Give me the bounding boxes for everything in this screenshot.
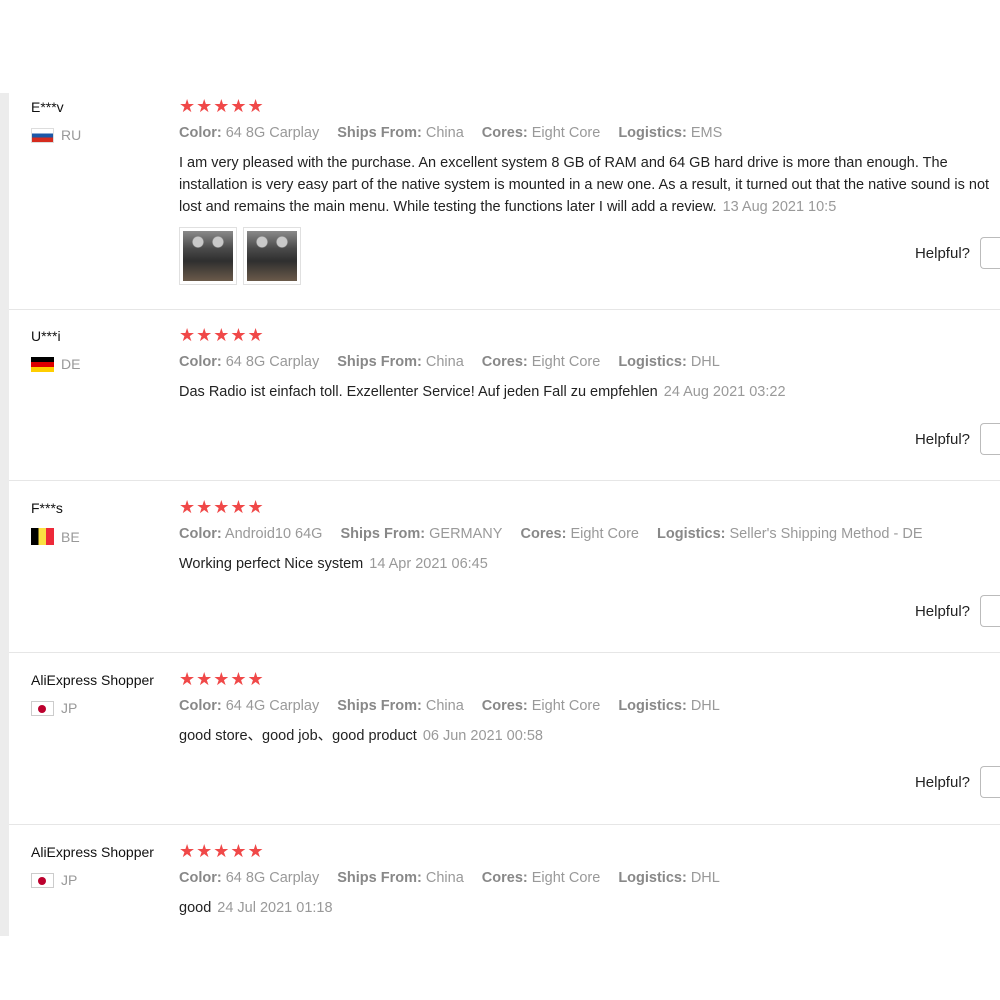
helpful-section: Helpful? xyxy=(915,766,1000,798)
review-item: U***i DE ★★★★★ Color: 64 8G Carplay Ship… xyxy=(9,322,1000,481)
attr-logistics: Logistics: Seller's Shipping Method - DE xyxy=(657,526,923,542)
helpful-label: Helpful? xyxy=(914,244,970,262)
flag-ru-icon xyxy=(31,127,54,143)
attr-ships-from: Ships From: China xyxy=(337,125,464,141)
helpful-yes-button[interactable] xyxy=(980,423,1000,455)
review-item: AliExpress Shopper JP ★★★★★ Color: 64 8G… xyxy=(9,838,1000,936)
country-code: BE xyxy=(61,528,80,545)
flag-jp-icon xyxy=(31,872,54,888)
attr-cores: Cores: Eight Core xyxy=(481,125,601,141)
reviewer-name: U***i xyxy=(31,328,61,344)
sku-attributes: Color: 64 8G Carplay Ships From: China C… xyxy=(179,354,734,370)
attr-ships-from: Ships From: GERMANY xyxy=(340,526,503,542)
review-text: Das Radio ist einfach toll. Exzellenter … xyxy=(179,384,786,400)
review-date: 14 Apr 2021 06:45 xyxy=(369,556,488,572)
review-photo-thumbnail[interactable] xyxy=(243,227,301,285)
review-text: I am very pleased with the purchase. An … xyxy=(179,155,990,215)
attr-color: Color: 64 8G Carplay xyxy=(179,870,320,886)
sku-attributes: Color: 64 8G Carplay Ships From: China C… xyxy=(179,870,734,886)
page-left-border xyxy=(0,93,9,936)
attr-ships-from: Ships From: China xyxy=(337,698,464,714)
attr-color: Color: 64 4G Carplay xyxy=(179,698,320,714)
reviewer-name: AliExpress Shopper xyxy=(31,844,154,860)
reviewer-country: JP xyxy=(31,872,77,888)
helpful-section: Helpful? xyxy=(915,595,1000,627)
attr-logistics: Logistics: DHL xyxy=(618,870,720,886)
attr-color: Color: Android10 64G xyxy=(179,526,323,542)
reviewer-name: E***v xyxy=(31,99,64,115)
attr-cores: Cores: Eight Core xyxy=(481,870,601,886)
helpful-yes-button[interactable] xyxy=(980,595,1000,627)
star-rating: ★★★★★ xyxy=(179,669,265,689)
star-rating: ★★★★★ xyxy=(179,841,265,861)
review-date: 06 Jun 2021 00:58 xyxy=(422,728,543,744)
review-photo-thumbnail[interactable] xyxy=(179,227,237,285)
reviewer-name: F***s xyxy=(31,500,63,516)
star-rating: ★★★★★ xyxy=(179,96,265,116)
review-item: F***s BE ★★★★★ Color: Android10 64G Ship… xyxy=(9,494,1000,653)
attr-logistics: Logistics: DHL xyxy=(618,698,720,714)
flag-de-icon xyxy=(31,356,54,372)
review-item: E***v RU ★★★★★ Color: 64 8G Carplay Ship… xyxy=(9,93,1000,310)
attr-cores: Cores: Eight Core xyxy=(481,698,601,714)
attr-logistics: Logistics: EMS xyxy=(618,125,723,141)
attr-cores: Cores: Eight Core xyxy=(520,526,639,542)
sku-attributes: Color: 64 8G Carplay Ships From: China C… xyxy=(179,125,736,141)
helpful-section: Helpful? xyxy=(915,423,1000,455)
country-code: JP xyxy=(61,700,78,716)
attr-cores: Cores: Eight Core xyxy=(481,354,601,370)
helpful-label: Helpful? xyxy=(914,602,970,620)
reviewer-country: RU xyxy=(31,127,81,143)
helpful-yes-button[interactable] xyxy=(980,766,1000,798)
review-date: 24 Aug 2021 03:22 xyxy=(663,384,786,400)
star-rating: ★★★★★ xyxy=(179,325,265,345)
feedback-list: E***v RU ★★★★★ Color: 64 8G Carplay Ship… xyxy=(9,93,1000,936)
attr-ships-from: Ships From: China xyxy=(337,870,464,886)
country-code: DE xyxy=(61,356,81,372)
attr-logistics: Logistics: DHL xyxy=(618,354,720,370)
attr-color: Color: 64 8G Carplay xyxy=(179,354,320,370)
review-text: Working perfect Nice system 14 Apr 2021 0… xyxy=(179,556,488,572)
reviewer-country: JP xyxy=(31,700,77,716)
helpful-yes-button[interactable] xyxy=(980,237,1000,269)
attr-ships-from: Ships From: China xyxy=(337,354,464,370)
reviewer-country: DE xyxy=(31,356,80,372)
sku-attributes: Color: 64 4G Carplay Ships From: China C… xyxy=(179,698,734,714)
review-photos xyxy=(179,227,307,285)
country-code: JP xyxy=(61,872,78,888)
review-date: 24 Jul 2021 01:18 xyxy=(217,900,333,916)
review-item: AliExpress Shopper JP ★★★★★ Color: 64 4G… xyxy=(9,666,1000,825)
helpful-section: Helpful? xyxy=(915,237,1000,269)
star-rating: ★★★★★ xyxy=(179,497,265,517)
helpful-label: Helpful? xyxy=(914,773,970,791)
flag-jp-icon xyxy=(31,700,54,716)
review-text: good store、good job、good product 06 Jun 2… xyxy=(179,728,543,744)
helpful-label: Helpful? xyxy=(914,430,970,448)
country-code: RU xyxy=(61,127,82,143)
flag-be-icon xyxy=(31,528,54,545)
reviewer-name: AliExpress Shopper xyxy=(31,672,154,688)
reviewer-country: BE xyxy=(31,528,80,545)
review-text: good 24 Jul 2021 01:18 xyxy=(179,900,333,916)
attr-color: Color: 64 8G Carplay xyxy=(179,125,320,141)
review-date: 13 Aug 2021 10:5 xyxy=(722,199,837,215)
sku-attributes: Color: Android10 64G Ships From: GERMANY… xyxy=(179,526,937,542)
